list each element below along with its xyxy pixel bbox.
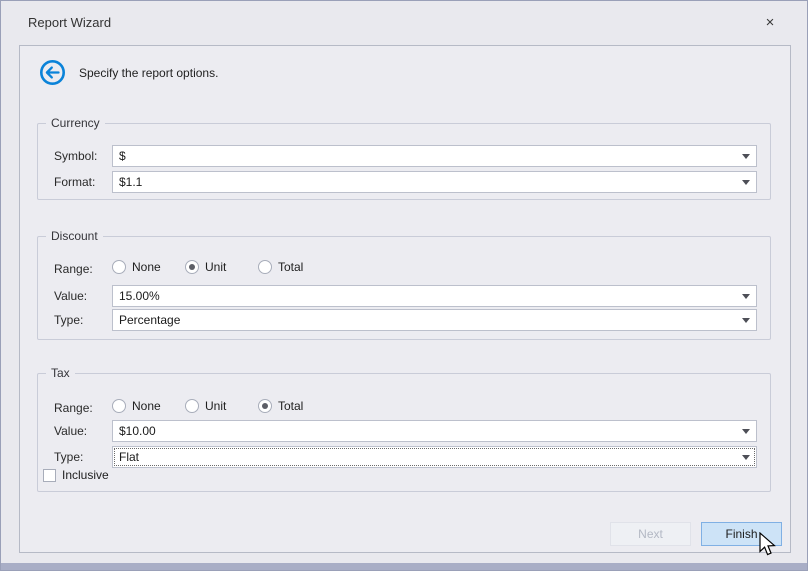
discount-value-label: Value: (54, 289, 87, 303)
format-combobox[interactable]: $1.1 (112, 171, 757, 193)
radio-selected-icon[interactable] (185, 260, 199, 274)
radio-icon[interactable] (185, 399, 199, 413)
discount-type: Percentage (119, 313, 180, 327)
tax-radio-total[interactable]: Total (258, 399, 303, 413)
window-title: Report Wizard (28, 15, 111, 30)
format-value: $1.1 (119, 175, 142, 189)
tax-range-label: Range: (54, 401, 93, 415)
dropdown-arrow-icon[interactable] (742, 455, 750, 460)
radio-label: None (132, 399, 161, 413)
radio-label: Unit (205, 260, 226, 274)
discount-value-combobox[interactable]: 15.00% (112, 285, 757, 307)
window-bottom-edge (1, 563, 807, 570)
discount-group-title: Discount (46, 229, 103, 243)
radio-label: None (132, 260, 161, 274)
wizard-page-panel: Specify the report options. Currency Sym… (19, 45, 791, 553)
inclusive-checkbox-row[interactable]: Inclusive (43, 468, 109, 482)
page-instruction: Specify the report options. (79, 66, 218, 80)
discount-group: Discount Range: None Unit Total Value: 1… (37, 236, 771, 340)
tax-group-title: Tax (46, 366, 75, 380)
radio-selected-icon[interactable] (258, 399, 272, 413)
radio-label: Total (278, 260, 303, 274)
tax-value-combobox[interactable]: $10.00 (112, 420, 757, 442)
dropdown-arrow-icon[interactable] (742, 294, 750, 299)
discount-radio-total[interactable]: Total (258, 260, 303, 274)
radio-icon[interactable] (112, 399, 126, 413)
tax-type-combobox[interactable]: Flat (112, 446, 757, 468)
symbol-label: Symbol: (54, 149, 97, 163)
symbol-value: $ (119, 149, 126, 163)
dropdown-arrow-icon[interactable] (742, 180, 750, 185)
radio-label: Unit (205, 399, 226, 413)
report-wizard-window: Report Wizard × Specify the report optio… (0, 0, 808, 571)
tax-value: $10.00 (119, 424, 156, 438)
tax-radio-unit[interactable]: Unit (185, 399, 226, 413)
discount-type-combobox[interactable]: Percentage (112, 309, 757, 331)
dropdown-arrow-icon[interactable] (742, 154, 750, 159)
radio-icon[interactable] (112, 260, 126, 274)
next-button: Next (610, 522, 691, 546)
dropdown-arrow-icon[interactable] (742, 318, 750, 323)
discount-type-label: Type: (54, 313, 83, 327)
checkbox-unchecked-icon[interactable] (43, 469, 56, 482)
tax-type: Flat (119, 450, 139, 464)
mouse-cursor (758, 532, 776, 559)
format-label: Format: (54, 175, 95, 189)
radio-label: Total (278, 399, 303, 413)
radio-icon[interactable] (258, 260, 272, 274)
tax-value-label: Value: (54, 424, 87, 438)
dropdown-arrow-icon[interactable] (742, 429, 750, 434)
back-arrow-icon[interactable] (39, 59, 66, 86)
tax-type-label: Type: (54, 450, 83, 464)
titlebar[interactable]: Report Wizard × (1, 1, 807, 44)
discount-range-label: Range: (54, 262, 93, 276)
discount-radio-none[interactable]: None (112, 260, 161, 274)
inclusive-label: Inclusive (62, 468, 109, 482)
discount-radio-unit[interactable]: Unit (185, 260, 226, 274)
close-icon[interactable]: × (759, 12, 781, 34)
symbol-combobox[interactable]: $ (112, 145, 757, 167)
tax-group: Tax Range: None Unit Total Value: $10.00… (37, 373, 771, 492)
currency-group: Currency Symbol: $ Format: $1.1 (37, 123, 771, 200)
tax-radio-none[interactable]: None (112, 399, 161, 413)
currency-group-title: Currency (46, 116, 105, 130)
discount-value: 15.00% (119, 289, 160, 303)
